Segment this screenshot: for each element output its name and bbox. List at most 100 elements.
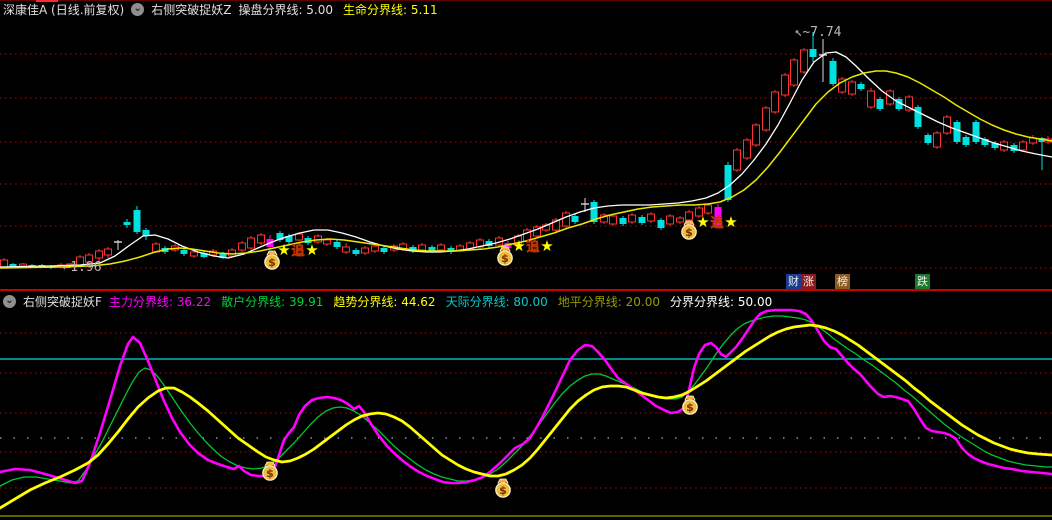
candle-up	[361, 247, 369, 254]
candle-up	[295, 233, 303, 241]
candle-up	[190, 251, 198, 257]
candle-down	[724, 165, 732, 200]
candle-up	[628, 214, 636, 223]
indicator-field: 分界分界线: 50.00	[670, 294, 773, 309]
candle-up	[647, 213, 655, 222]
badge-榜[interactable]: 榜	[835, 274, 850, 289]
candle-up	[781, 74, 789, 96]
svg-text:$: $	[501, 252, 509, 265]
indicator-field: 趋势分界线: 44.62	[333, 294, 436, 309]
star-icon: ★	[512, 237, 525, 255]
candle-down	[333, 242, 341, 247]
candle-down	[829, 61, 837, 84]
svg-text:$: $	[266, 467, 274, 480]
indicator-field: 地平分界线: 20.00	[557, 294, 660, 309]
main-chart-header: 深康佳A (日线.前复权) 右侧突破捉妖Z 操盘分界线: 5.00 生命分界线: …	[3, 2, 438, 17]
money-bag-icon: $	[497, 246, 513, 266]
indicator-field: 生命分界线: 5.11	[343, 3, 438, 17]
candle-up	[104, 248, 112, 256]
stock-title: 深康佳A (日线.前复权)	[3, 3, 125, 17]
indicator-field: 操盘分界线: 5.00	[238, 3, 334, 17]
candlestick-chart[interactable]: ←1.96↖~7.74$★ 追 ★ $★ 追 ★$★ 追 ★$$$	[0, 0, 1052, 520]
indicator-field: 天际分界线: 80.00	[445, 294, 548, 309]
candle-down	[953, 122, 961, 142]
candle-down	[380, 248, 388, 252]
candle-up	[867, 90, 875, 108]
candle-up	[0, 259, 8, 268]
candle-up	[342, 246, 350, 253]
sub-indicator-values: 主力分界线: 36.22 散户分界线: 39.91 趋势分界线: 44.62 天际分界…	[109, 293, 772, 310]
candle-up	[562, 212, 570, 227]
collapse-chevron-icon[interactable]	[131, 3, 145, 16]
chase-signal-label: 追	[710, 215, 724, 231]
trading-app-window: ←1.96 ↖~7.74 $ ★ 追 ★ $ ★ 追 ★ $ ★ 追 ★ $ $ $ 深康佳A (日线.前复权)…	[0, 0, 1052, 520]
chase-signal-label: 追	[526, 239, 540, 255]
indicator-field: 散户分界线: 39.91	[221, 294, 324, 309]
candle-up	[676, 217, 684, 223]
sub-indicator-name: 右侧突破捉妖F	[23, 294, 102, 309]
money-bag-icon: $	[495, 478, 511, 498]
star-icon: ★	[540, 237, 553, 255]
candle-up	[848, 81, 856, 95]
svg-text:$: $	[686, 401, 694, 414]
svg-text:$: $	[685, 226, 693, 239]
candle-down	[809, 49, 817, 57]
candle-up	[247, 237, 255, 249]
candle-up	[733, 149, 741, 171]
sub-chart-header: 右侧突破捉妖F 主力分界线: 36.22 散户分界线: 39.91 趋势分界线: 4…	[3, 293, 772, 309]
candle-down	[972, 122, 980, 142]
candle-down	[123, 222, 131, 225]
candle-down	[180, 250, 188, 254]
candle-up	[800, 49, 808, 73]
badge-涨[interactable]: 涨	[801, 274, 816, 289]
candle-up	[933, 132, 941, 148]
star-icon: ★	[277, 241, 290, 259]
candle-up	[371, 245, 379, 252]
candle-up	[437, 244, 445, 251]
candle-up	[752, 124, 760, 146]
money-bag-icon: $	[682, 395, 698, 415]
candle-down	[962, 137, 970, 145]
star-icon: ★	[696, 213, 709, 231]
candle-down	[352, 250, 360, 254]
candle-up	[762, 107, 770, 131]
candle-down	[133, 210, 141, 232]
sub-line-主力线	[0, 308, 1052, 485]
badge-跌[interactable]: 跌	[915, 274, 930, 289]
candle-up	[1019, 141, 1027, 151]
candle-up	[228, 249, 236, 257]
svg-text:$: $	[268, 256, 276, 269]
price-annotation: ↖~7.74	[795, 25, 842, 40]
candle-up	[790, 59, 798, 86]
main-indicator-name: 右侧突破捉妖Z	[151, 3, 232, 17]
star-icon: ★	[724, 213, 737, 231]
main-indicator-values: 操盘分界线: 5.00 生命分界线: 5.11	[238, 1, 437, 18]
indicator-field: 主力分界线: 36.22	[108, 294, 212, 309]
sub-line-趋势线	[0, 323, 1052, 510]
candle-up	[666, 215, 674, 225]
candle-up	[257, 234, 265, 244]
collapse-chevron-icon[interactable]	[3, 294, 16, 308]
candle-up	[19, 263, 27, 267]
money-bag-icon: $	[681, 220, 697, 240]
candle-up	[323, 239, 331, 245]
candle-down	[571, 216, 579, 222]
candle-up	[418, 244, 426, 251]
candle-up	[238, 242, 246, 251]
candle-up	[771, 91, 779, 113]
chase-signal-label: 追	[291, 243, 305, 259]
candle-up	[704, 204, 712, 214]
candle-down	[619, 218, 627, 224]
candle-down	[638, 217, 646, 223]
candle-up	[609, 215, 617, 225]
candle-down	[914, 107, 922, 127]
badge-财[interactable]: 财	[786, 274, 801, 289]
price-annotation: ←1.96	[62, 260, 101, 275]
star-icon: ★	[305, 241, 318, 259]
candle-up	[685, 211, 693, 221]
candle-up	[743, 139, 751, 159]
panel-divider	[0, 289, 1052, 291]
candle-down	[876, 99, 884, 109]
candle-down	[924, 135, 932, 143]
candle-up	[95, 250, 103, 259]
